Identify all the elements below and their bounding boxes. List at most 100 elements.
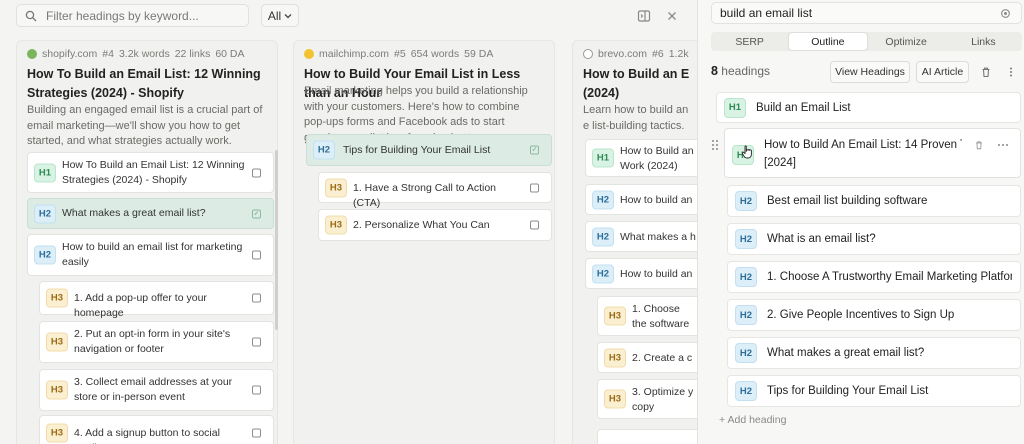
column-words: 1.2k bbox=[668, 48, 689, 60]
outline-item-label: 1. Choose A Trustworthy Email Marketing … bbox=[767, 271, 1012, 283]
heading-checkbox[interactable] bbox=[530, 220, 539, 230]
panel-toggle-icon[interactable] bbox=[637, 9, 651, 23]
heading-card[interactable]: H2 How to build an bbox=[585, 184, 697, 215]
outline-item[interactable]: H1 Build an Email List bbox=[716, 92, 1021, 123]
heading-checkbox[interactable] bbox=[252, 428, 261, 438]
hand-cursor-icon bbox=[741, 145, 752, 159]
column-da: 60 DA bbox=[215, 48, 245, 60]
settings-icon[interactable] bbox=[1000, 8, 1011, 19]
drag-handle-icon[interactable] bbox=[711, 139, 719, 151]
heading-text: 4. Add a signup button to social media bbox=[74, 427, 220, 444]
outline-item-label: 2. Give People Incentives to Sign Up bbox=[767, 309, 955, 321]
outline-item[interactable]: H2 What is an email list? bbox=[727, 223, 1021, 255]
outline-item-label-line2: [2024] bbox=[764, 157, 796, 169]
heading-card[interactable]: H1 How to Build an Work (2024) bbox=[585, 139, 697, 177]
heading-checkbox[interactable] bbox=[252, 293, 261, 303]
outline-item-label: Build an Email List bbox=[756, 101, 851, 114]
column-domain[interactable]: brevo.com bbox=[598, 48, 647, 60]
competitor-column-mailchimp: mailchimp.com #5 654 words 59 DA How to … bbox=[293, 40, 555, 444]
heading-card[interactable]: H3 3. Collect email addresses at your st… bbox=[39, 369, 274, 411]
heading-text: 3. Optimize y copy bbox=[632, 386, 694, 413]
heading-card[interactable]: H2 What makes a great email list? ✓ bbox=[27, 198, 274, 229]
heading-level-badge: H2 bbox=[34, 245, 56, 265]
heading-card[interactable]: H3 2. Put an opt-in form in your site's … bbox=[39, 321, 274, 363]
trash-icon[interactable] bbox=[974, 140, 984, 150]
view-headings-button[interactable]: View Headings bbox=[830, 61, 910, 83]
filter-headings-field[interactable] bbox=[16, 4, 249, 27]
tab-outline[interactable]: Outline bbox=[788, 32, 868, 51]
heading-card[interactable]: H3 2. Create a c bbox=[597, 342, 697, 373]
trash-icon[interactable] bbox=[980, 66, 992, 78]
heading-text: How To Build an Email List: 12 Winning S… bbox=[62, 159, 245, 186]
heading-text: 2. Create a c bbox=[632, 352, 693, 364]
column-scrollbar[interactable] bbox=[275, 150, 278, 330]
column-domain[interactable]: shopify.com bbox=[42, 48, 97, 60]
column-domain[interactable]: mailchimp.com bbox=[319, 48, 389, 60]
heading-checkbox[interactable] bbox=[252, 168, 261, 177]
column-words: 3.2k words bbox=[118, 48, 170, 60]
tab-links[interactable]: Links bbox=[945, 32, 1022, 51]
heading-text: 2. Personalize What You Can bbox=[353, 219, 490, 231]
heading-card[interactable]: H2 How to build an email list for market… bbox=[27, 234, 274, 276]
outline-item[interactable]: H2 2. Give People Incentives to Sign Up bbox=[727, 299, 1021, 331]
outline-item[interactable]: H2 1. Choose A Trustworthy Email Marketi… bbox=[727, 261, 1021, 293]
heading-checkbox[interactable] bbox=[252, 250, 261, 260]
competitor-column-shopify: shopify.com #4 3.2k words 22 links 60 DA… bbox=[16, 40, 278, 444]
heading-text: 1. Choose the software bbox=[632, 303, 690, 330]
brevo-favicon-icon bbox=[583, 49, 593, 59]
heading-level-select-value: All bbox=[267, 8, 282, 23]
outline-item-label: How to Build An Email List: 14 Proven Ta… bbox=[764, 139, 962, 151]
heading-level-badge: H1 bbox=[34, 163, 56, 182]
outline-item[interactable]: H2 What makes a great email list? bbox=[727, 337, 1021, 369]
tab-serp[interactable]: SERP bbox=[711, 32, 788, 51]
heading-level-badge: H2 bbox=[735, 267, 757, 287]
heading-card[interactable]: H2 What makes a h bbox=[585, 221, 697, 252]
ai-article-button[interactable]: AI Article bbox=[916, 61, 969, 83]
keyword-field[interactable]: build an email list bbox=[711, 2, 1022, 24]
heading-level-badge: H1 bbox=[592, 148, 614, 168]
outline-item-label: Best email list building software bbox=[767, 195, 928, 207]
column-rank: #4 bbox=[102, 48, 114, 60]
column-da: 59 DA bbox=[464, 48, 494, 60]
heading-card[interactable]: H3 1. Have a Strong Call to Action (CTA) bbox=[318, 172, 552, 209]
heading-card[interactable] bbox=[597, 429, 697, 444]
filter-headings-input[interactable] bbox=[46, 8, 236, 23]
chevron-down-icon bbox=[284, 13, 292, 18]
outline-item[interactable]: H2 Tips for Building Your Email List bbox=[727, 375, 1021, 407]
heading-checkbox-checked[interactable]: ✓ bbox=[252, 209, 261, 218]
more-horizontal-icon[interactable] bbox=[997, 141, 1009, 149]
heading-card[interactable]: H3 1. Choose the software bbox=[597, 296, 697, 336]
tab-optimize[interactable]: Optimize bbox=[868, 32, 945, 51]
heading-text: How to build an email list for marketing… bbox=[62, 241, 243, 268]
heading-card[interactable]: H3 4. Add a signup button to social medi… bbox=[39, 415, 274, 444]
heading-card[interactable]: H3 1. Add a pop-up offer to your homepag… bbox=[39, 281, 274, 319]
heading-checkbox-checked[interactable]: ✓ bbox=[530, 145, 539, 155]
column-title-line2: (2024) bbox=[583, 86, 620, 100]
more-icon[interactable] bbox=[1005, 66, 1017, 78]
heading-level-badge: H2 bbox=[735, 343, 757, 363]
column-words: 654 words bbox=[410, 48, 460, 60]
heading-level-badge: H2 bbox=[735, 191, 757, 211]
column-rank: #5 bbox=[394, 48, 406, 60]
keyword-value: build an email list bbox=[720, 6, 813, 20]
add-heading-button[interactable]: + Add heading bbox=[719, 414, 786, 426]
column-description: Learn how to build an e list-building ta… bbox=[583, 104, 689, 132]
tab-bar: SERP Outline Optimize Links bbox=[711, 32, 1022, 51]
heading-card[interactable]: H1 How To Build an Email List: 12 Winnin… bbox=[27, 152, 274, 193]
search-icon bbox=[25, 10, 37, 21]
competitor-column-brevo: brevo.com #6 1.2k How to Build an E (202… bbox=[572, 40, 697, 444]
outline-item[interactable]: H2 Best email list building software bbox=[727, 185, 1021, 217]
heading-card[interactable]: H2 Tips for Building Your Email List ✓ bbox=[306, 134, 552, 166]
column-description: Building an engaged email list is a cruc… bbox=[27, 104, 263, 147]
outline-item-hovered[interactable]: H1 How to Build An Email List: 14 Proven… bbox=[724, 128, 1021, 178]
heading-checkbox[interactable] bbox=[252, 385, 261, 395]
heading-card[interactable]: H3 2. Personalize What You Can bbox=[318, 209, 552, 241]
heading-checkbox[interactable] bbox=[252, 337, 261, 347]
heading-text: 1. Add a pop-up offer to your homepage bbox=[74, 292, 207, 319]
heading-level-badge: H1 bbox=[724, 97, 746, 118]
close-icon[interactable] bbox=[665, 9, 679, 23]
heading-card[interactable]: H3 3. Optimize y copy bbox=[597, 379, 697, 419]
heading-card[interactable]: H2 How to build an bbox=[585, 258, 697, 289]
heading-checkbox[interactable] bbox=[530, 183, 539, 192]
heading-level-select[interactable]: All bbox=[261, 4, 299, 27]
